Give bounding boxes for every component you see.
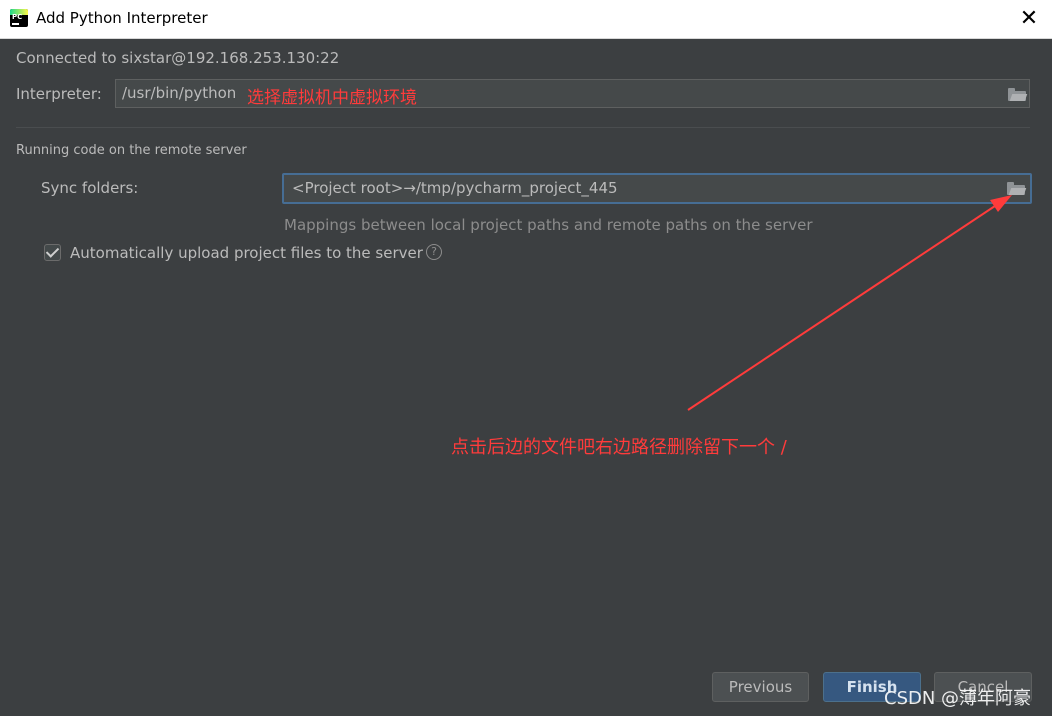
auto-upload-label[interactable]: Automatically upload project files to th…	[70, 244, 423, 262]
help-icon[interactable]: ?	[426, 244, 442, 260]
interpreter-annotation: 选择虚拟机中虚拟环境	[247, 88, 417, 108]
interpreter-value: /usr/bin/python	[122, 84, 237, 102]
checkmark-icon	[45, 244, 60, 258]
section-title: Running code on the remote server	[16, 143, 247, 158]
close-icon[interactable]: ✕	[1014, 4, 1044, 34]
connection-status: Connected to sixstar@192.168.253.130:22	[16, 49, 340, 67]
interpreter-label: Interpreter:	[16, 85, 102, 103]
previous-button[interactable]: Previous	[712, 672, 809, 702]
folder-icon[interactable]	[1007, 182, 1027, 195]
folder-icon[interactable]	[1008, 88, 1028, 101]
watermark: CSDN @薄年阿豪	[884, 688, 1032, 709]
sync-folders-value: <Project root>→/tmp/pycharm_project_445	[292, 179, 618, 197]
sync-folders-hint: Mappings between local project paths and…	[284, 216, 813, 234]
instruction-annotation: 点击后边的文件吧右边路径删除留下一个 /	[451, 437, 787, 458]
title-bar: PC Add Python Interpreter ✕	[0, 0, 1052, 39]
window-title: Add Python Interpreter	[36, 9, 208, 27]
sync-folders-field[interactable]: <Project root>→/tmp/pycharm_project_445	[282, 173, 1032, 204]
sync-folders-label: Sync folders:	[41, 179, 139, 197]
pycharm-logo-icon: PC	[10, 9, 28, 27]
interpreter-field[interactable]: /usr/bin/python 选择虚拟机中虚拟环境	[115, 79, 1030, 108]
auto-upload-checkbox[interactable]	[44, 244, 61, 261]
section-divider	[16, 127, 1030, 128]
